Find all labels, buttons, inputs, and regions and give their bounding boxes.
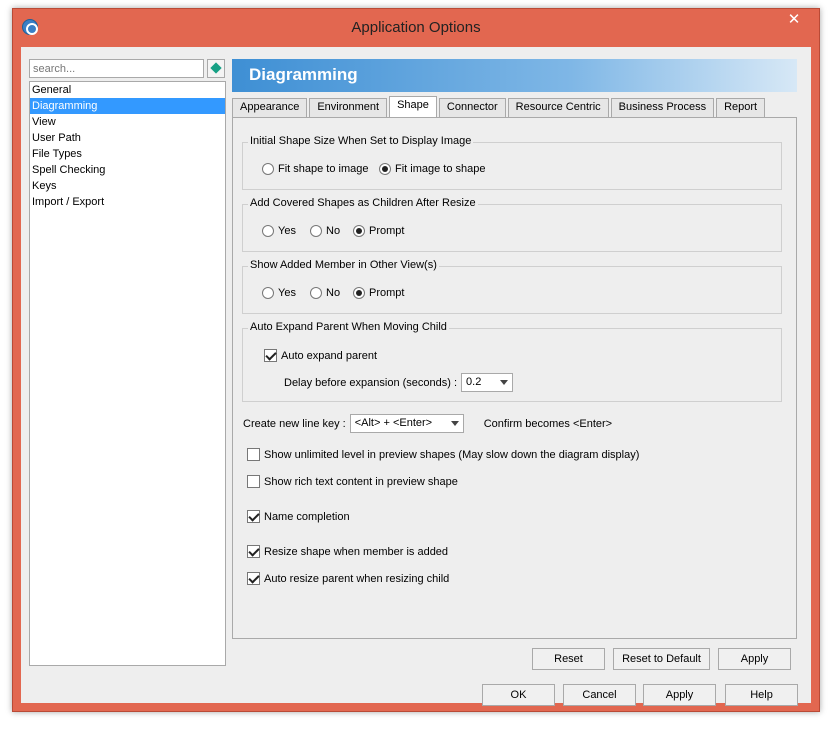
shape-tab-panel: Initial Shape Size When Set to Display I… — [232, 117, 797, 639]
checkbox-indicator — [247, 545, 260, 558]
checkbox-indicator — [247, 510, 260, 523]
title-bar[interactable]: Application Options ✕ — [13, 9, 819, 47]
covered-no-radio[interactable]: No — [310, 225, 340, 237]
radio-indicator — [262, 287, 274, 299]
category-item-user-path[interactable]: User Path — [30, 130, 225, 146]
name-completion-checkbox[interactable]: Name completion — [247, 510, 350, 523]
checkbox-indicator — [264, 349, 277, 362]
auto-resize-parent-checkbox[interactable]: Auto resize parent when resizing child — [247, 572, 449, 585]
radio-indicator — [262, 225, 274, 237]
category-item-keys[interactable]: Keys — [30, 178, 225, 194]
rich-text-checkbox[interactable]: Show rich text content in preview shape — [247, 475, 458, 488]
chevron-down-icon — [500, 380, 509, 385]
close-button[interactable]: ✕ — [777, 9, 811, 31]
line-key-label: Create new line key : — [243, 417, 346, 430]
radio-label: No — [326, 225, 341, 237]
checkbox-indicator — [247, 572, 260, 585]
added-member-title: Show Added Member in Other View(s) — [248, 259, 439, 271]
radio-indicator — [310, 287, 322, 299]
checkbox-label: Auto resize parent when resizing child — [264, 572, 450, 585]
checkbox-indicator — [247, 475, 260, 488]
tab-strip: Appearance Environment Shape Connector Resou… — [232, 96, 767, 117]
radio-indicator — [353, 287, 365, 299]
category-item-import-export[interactable]: Import / Export — [30, 194, 225, 210]
covered-shapes-group: Add Covered Shapes as Children After Res… — [242, 197, 782, 252]
resize-shape-checkbox[interactable]: Resize shape when member is added — [247, 545, 448, 558]
radio-label: Prompt — [369, 225, 405, 237]
auto-expand-parent-checkbox[interactable]: Auto expand parent — [264, 349, 377, 362]
close-icon: ✕ — [787, 11, 801, 28]
delay-value: 0.2 — [466, 376, 482, 388]
options-window: Application Options ✕ GeneralDiagramming… — [12, 8, 820, 712]
category-item-general[interactable]: General — [30, 82, 225, 98]
reset-to-default-button[interactable]: Reset to Default — [613, 648, 710, 670]
reset-button[interactable]: Reset — [532, 648, 605, 670]
line-key-value: <Alt> + <Enter> — [354, 417, 433, 429]
radio-label: Fit image to shape — [395, 163, 486, 175]
added-member-group: Show Added Member in Other View(s) Yes N… — [242, 259, 782, 314]
radio-indicator — [310, 225, 322, 237]
radio-indicator — [262, 163, 274, 175]
radio-label: Prompt — [369, 287, 405, 299]
tab-appearance[interactable]: Appearance — [232, 98, 308, 117]
category-item-spell-checking[interactable]: Spell Checking — [30, 162, 225, 178]
panel-apply-button[interactable]: Apply — [718, 648, 791, 670]
line-key-select[interactable]: <Alt> + <Enter> — [349, 414, 464, 433]
delay-row: Delay before expansion (seconds) : 0.2 — [284, 373, 514, 392]
ok-button[interactable]: OK — [482, 684, 555, 706]
checkbox-label: Name completion — [264, 510, 350, 523]
category-item-view[interactable]: View — [30, 114, 225, 130]
radio-label: Yes — [278, 287, 296, 299]
line-key-row: Create new line key : <Alt> + <Enter> Co… — [243, 414, 612, 433]
tab-connector[interactable]: Connector — [438, 98, 506, 117]
covered-prompt-radio[interactable]: Prompt — [353, 225, 404, 237]
category-item-diagramming[interactable]: Diagramming — [30, 98, 225, 114]
covered-yes-radio[interactable]: Yes — [262, 225, 296, 237]
dialog-client: GeneralDiagrammingViewUser PathFile Type… — [21, 47, 811, 706]
tab-environment[interactable]: Environment — [309, 98, 388, 117]
window-title: Application Options — [351, 19, 481, 36]
help-button[interactable]: Help — [725, 684, 798, 706]
auto-expand-group: Auto Expand Parent When Moving Child Aut… — [242, 321, 782, 402]
chevron-down-icon — [450, 421, 459, 426]
cancel-button[interactable]: Cancel — [563, 684, 636, 706]
auto-expand-title: Auto Expand Parent When Moving Child — [248, 321, 449, 333]
tab-business-process[interactable]: Business Process — [610, 98, 715, 117]
dialog-apply-button[interactable]: Apply — [643, 684, 716, 706]
radio-indicator — [353, 225, 365, 237]
category-item-file-types[interactable]: File Types — [30, 146, 225, 162]
section-header: Diagramming — [232, 59, 797, 92]
covered-shapes-title: Add Covered Shapes as Children After Res… — [248, 197, 478, 209]
initial-size-title: Initial Shape Size When Set to Display I… — [248, 135, 474, 147]
tab-shape[interactable]: Shape — [389, 96, 437, 117]
initial-size-group: Initial Shape Size When Set to Display I… — [242, 135, 782, 190]
tab-report[interactable]: Report — [716, 98, 766, 117]
checkbox-label: Auto expand parent — [281, 349, 378, 362]
member-prompt-radio[interactable]: Prompt — [353, 287, 404, 299]
unlimited-level-checkbox[interactable]: Show unlimited level in preview shapes (… — [247, 448, 639, 461]
radio-label: Yes — [278, 225, 296, 237]
checkbox-label: Show unlimited level in preview shapes (… — [264, 448, 640, 461]
radio-label: No — [326, 287, 341, 299]
delay-select[interactable]: 0.2 — [461, 373, 514, 392]
member-yes-radio[interactable]: Yes — [262, 287, 296, 299]
search-go-button[interactable] — [207, 59, 225, 78]
radio-label: Fit shape to image — [278, 163, 369, 175]
radio-indicator — [379, 163, 391, 175]
fit-shape-to-image-radio[interactable]: Fit shape to image — [262, 163, 369, 175]
category-list: General Diagramming View User Path File Type… — [29, 81, 226, 666]
fit-image-to-shape-radio[interactable]: Fit image to shape — [379, 163, 486, 175]
confirm-text: Confirm becomes <Enter> — [483, 417, 613, 430]
search-input[interactable] — [29, 59, 204, 78]
delay-label: Delay before expansion (seconds) : — [284, 376, 458, 389]
tab-resource-centric[interactable]: Resource Centric — [507, 98, 609, 117]
checkbox-label: Resize shape when member is added — [264, 545, 449, 558]
checkbox-label: Show rich text content in preview shape — [264, 475, 458, 488]
checkbox-indicator — [247, 448, 260, 461]
member-no-radio[interactable]: No — [310, 287, 340, 299]
